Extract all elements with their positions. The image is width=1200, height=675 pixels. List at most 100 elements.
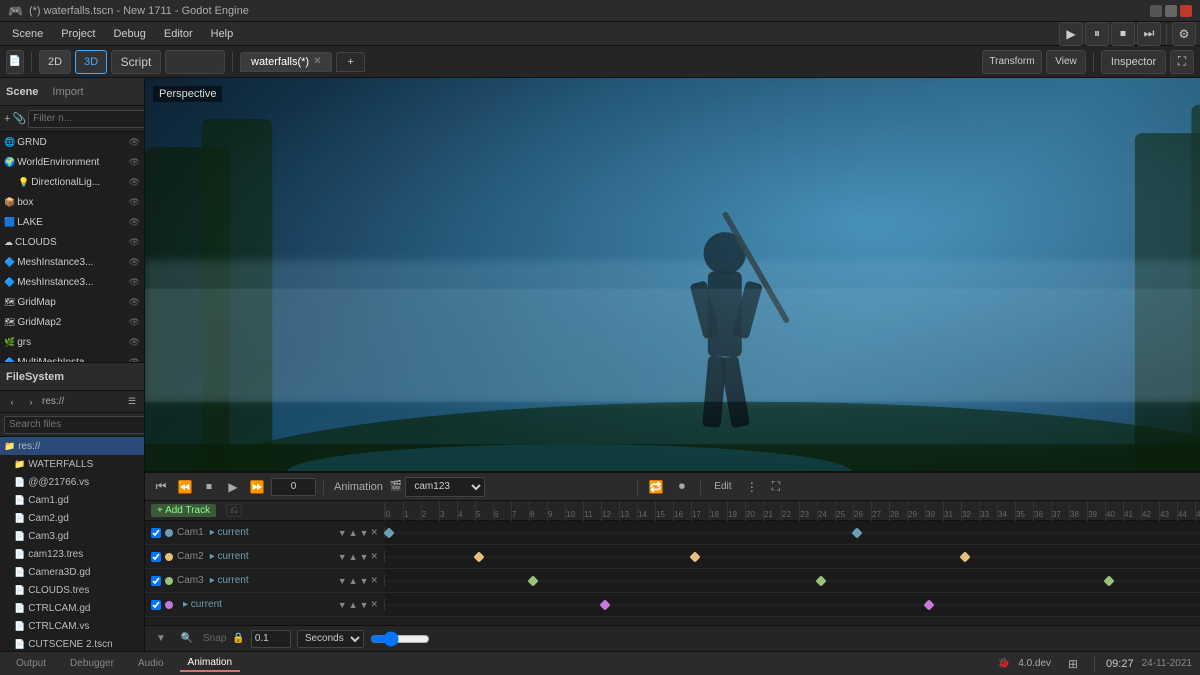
- track-visible-checkbox[interactable]: [151, 552, 161, 562]
- tl-zoom-out-btn[interactable]: 🔍: [177, 630, 197, 648]
- keyframe[interactable]: [815, 575, 826, 586]
- track-visible-checkbox[interactable]: [151, 600, 161, 610]
- track-delete[interactable]: ✕: [370, 599, 378, 610]
- fs-item[interactable]: 📄 Camera3D.gd: [0, 563, 144, 581]
- tl-expand-btn[interactable]: ⛶: [766, 477, 786, 497]
- minimize-btn[interactable]: [1150, 5, 1162, 17]
- add-node-btn[interactable]: +: [4, 109, 10, 129]
- keyframe[interactable]: [527, 575, 538, 586]
- keyframe[interactable]: [923, 599, 934, 610]
- visibility-icon[interactable]: 👁: [129, 337, 140, 348]
- tl-prev-btn[interactable]: ⏪: [175, 477, 195, 497]
- keyframe[interactable]: [383, 527, 394, 538]
- fs-back-btn[interactable]: ‹: [4, 394, 20, 410]
- tree-item[interactable]: ☁ CLOUDS 👁: [0, 232, 144, 252]
- keyframe[interactable]: [473, 551, 484, 562]
- inspector-toggle-btn[interactable]: Inspector: [1101, 50, 1166, 74]
- fs-item[interactable]: 📄 CTRLCAM.vs: [0, 617, 144, 635]
- visibility-icon[interactable]: 👁: [129, 257, 140, 268]
- visibility-icon[interactable]: 👁: [129, 157, 140, 168]
- seconds-select[interactable]: Seconds: [297, 630, 364, 648]
- tree-item[interactable]: 🔷 MeshInstance3... 👁: [0, 252, 144, 272]
- visibility-icon[interactable]: 👁: [129, 177, 140, 188]
- track-down[interactable]: ▼: [360, 599, 369, 610]
- track-up[interactable]: ▲: [349, 575, 358, 586]
- visibility-icon[interactable]: 👁: [129, 237, 140, 248]
- animation-tab[interactable]: Animation: [180, 655, 240, 672]
- fs-item[interactable]: 📁 WATERFALLS: [0, 455, 144, 473]
- tl-options-btn[interactable]: ⋮: [742, 477, 762, 497]
- tree-item[interactable]: 💡 DirectionalLig... 👁: [0, 172, 144, 192]
- tree-item[interactable]: 🗺 GridMap2 👁: [0, 312, 144, 332]
- maximize-btn[interactable]: [1165, 5, 1177, 17]
- fs-item[interactable]: 📄 @@21766.vs: [0, 473, 144, 491]
- tree-item[interactable]: 🔷 MultiMeshInsta... 👁: [0, 352, 144, 362]
- visibility-icon[interactable]: 👁: [129, 277, 140, 288]
- assetlib-btn[interactable]: [165, 50, 225, 74]
- stop-btn[interactable]: ⏹: [1111, 22, 1135, 46]
- track-delete[interactable]: ✕: [370, 575, 378, 586]
- scene-search-input[interactable]: [28, 110, 144, 128]
- tl-frame-input[interactable]: [271, 478, 316, 496]
- fs-item[interactable]: 📁 res://: [0, 437, 144, 455]
- tl-loop-btn[interactable]: 🔁: [645, 477, 667, 497]
- tree-item[interactable]: 🌍 WorldEnvironment 👁: [0, 152, 144, 172]
- attach-script-btn[interactable]: 📎: [12, 109, 26, 129]
- track-keyframes[interactable]: [385, 521, 1200, 544]
- tl-edit-btn[interactable]: Edit: [708, 477, 738, 497]
- visibility-icon[interactable]: 👁: [129, 197, 140, 208]
- settings-btn[interactable]: ⚙: [1172, 22, 1196, 46]
- new-scene-btn[interactable]: 📄: [6, 50, 24, 74]
- fs-item[interactable]: 📄 Cam3.gd: [0, 527, 144, 545]
- scene-tab-waterfalls[interactable]: waterfalls(*) ✕: [240, 52, 332, 72]
- output-tab[interactable]: Output: [8, 656, 54, 671]
- fs-item[interactable]: 📄 CLOUDS.tres: [0, 581, 144, 599]
- track-add-btn[interactable]: + Add Track ⎌: [145, 504, 385, 517]
- transform-btn[interactable]: Transform: [982, 50, 1042, 74]
- fs-forward-btn[interactable]: ›: [23, 394, 39, 410]
- tl-filter-btn[interactable]: ▼: [151, 630, 171, 648]
- fs-layout-btn[interactable]: ☰: [124, 394, 140, 410]
- tl-play-btn[interactable]: ▶: [223, 477, 243, 497]
- keyframe[interactable]: [851, 527, 862, 538]
- fs-item[interactable]: 📄 CUTSCENE 2.tscn: [0, 635, 144, 651]
- fs-search-input[interactable]: [4, 416, 144, 434]
- layout-btn[interactable]: ⊞: [1063, 654, 1083, 674]
- menu-help[interactable]: Help: [203, 26, 242, 42]
- menu-scene[interactable]: Scene: [4, 26, 51, 42]
- tl-next-btn[interactable]: ⏩: [247, 477, 267, 497]
- tree-item[interactable]: 🌿 grs 👁: [0, 332, 144, 352]
- track-up[interactable]: ▲: [349, 599, 358, 610]
- visibility-icon[interactable]: 👁: [129, 317, 140, 328]
- tree-item[interactable]: 🔷 MeshInstance3... 👁: [0, 272, 144, 292]
- mode-2d-btn[interactable]: 2D: [39, 50, 71, 74]
- track-delete[interactable]: ✕: [370, 527, 378, 538]
- track-visible-checkbox[interactable]: [151, 528, 161, 538]
- view-btn[interactable]: View: [1046, 50, 1086, 74]
- track-options[interactable]: ▼: [338, 527, 347, 538]
- perspective-label[interactable]: Perspective: [153, 86, 222, 102]
- visibility-icon[interactable]: 👁: [129, 357, 140, 363]
- tree-item[interactable]: 🌐 GRND 👁: [0, 132, 144, 152]
- menu-debug[interactable]: Debug: [105, 26, 153, 42]
- mode-3d-btn[interactable]: 3D: [75, 50, 107, 74]
- close-btn[interactable]: [1180, 5, 1192, 17]
- track-up[interactable]: ▲: [349, 527, 358, 538]
- visibility-icon[interactable]: 👁: [129, 297, 140, 308]
- track-down[interactable]: ▼: [360, 551, 369, 562]
- track-down[interactable]: ▼: [360, 575, 369, 586]
- track-keyframes[interactable]: [385, 593, 1200, 616]
- audio-tab[interactable]: Audio: [130, 656, 172, 671]
- track-delete[interactable]: ✕: [370, 551, 378, 562]
- tree-item[interactable]: 🟦 LAKE 👁: [0, 212, 144, 232]
- track-down[interactable]: ▼: [360, 527, 369, 538]
- track-up[interactable]: ▲: [349, 551, 358, 562]
- pause-btn[interactable]: ⏸: [1085, 22, 1109, 46]
- tree-item[interactable]: 🗺 GridMap 👁: [0, 292, 144, 312]
- expand-btn[interactable]: ⛶: [1170, 50, 1194, 74]
- snap-input[interactable]: [251, 630, 291, 648]
- fs-item[interactable]: 📄 Cam2.gd: [0, 509, 144, 527]
- step-btn[interactable]: ⏭: [1137, 22, 1161, 46]
- menu-editor[interactable]: Editor: [156, 26, 201, 42]
- track-options[interactable]: ▼: [338, 599, 347, 610]
